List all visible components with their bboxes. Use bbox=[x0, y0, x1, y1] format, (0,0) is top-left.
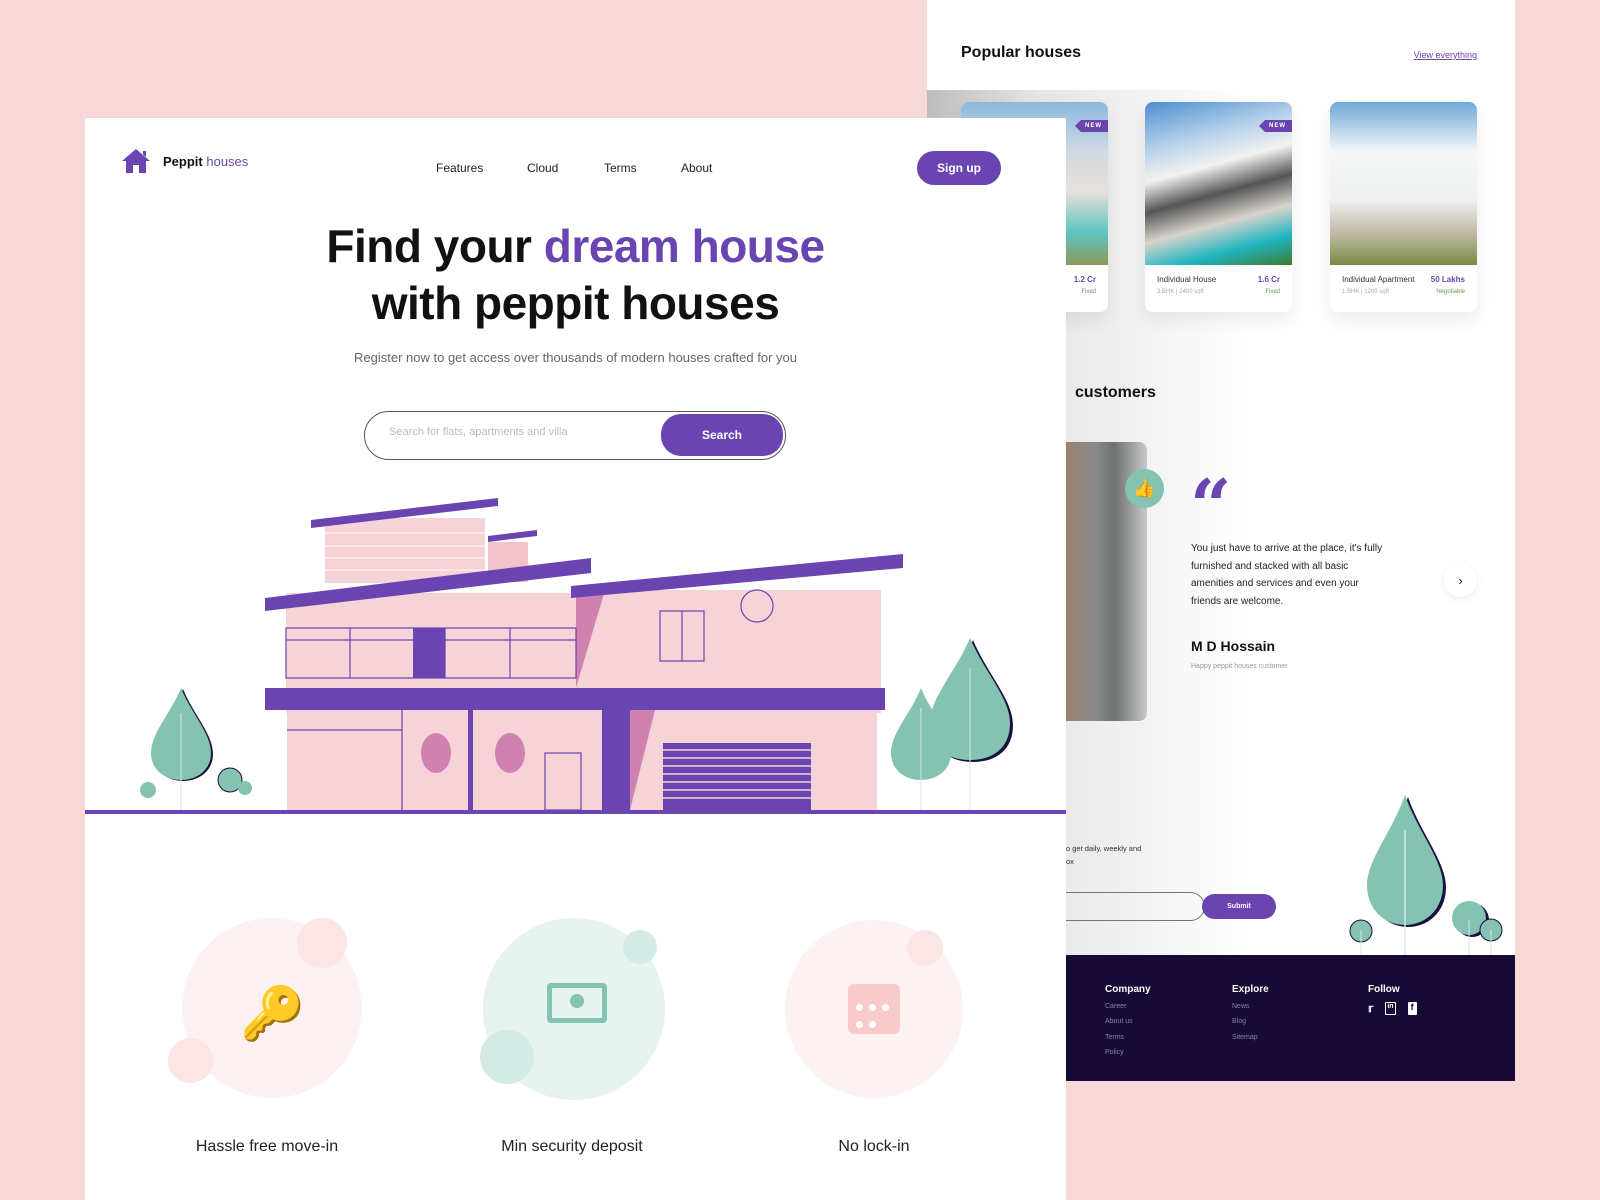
search-input[interactable] bbox=[389, 426, 649, 438]
hero-headline: Find your dream house with peppit houses bbox=[326, 220, 825, 329]
calendar-icon bbox=[848, 984, 900, 1034]
landing-page: Peppit houses Features Cloud Terms About… bbox=[85, 118, 1066, 1200]
newsletter-text: o get daily, weekly and ox bbox=[1066, 844, 1142, 866]
testimonial-quote: You just have to arrive at the place, it… bbox=[1191, 543, 1383, 607]
footer-link-news[interactable]: News bbox=[1232, 1003, 1250, 1010]
nav-features[interactable]: Features bbox=[436, 161, 483, 175]
price-type: Fixed bbox=[1265, 289, 1280, 295]
house-price: 50 Lakhs bbox=[1430, 275, 1465, 284]
price-type: Fixed bbox=[1081, 289, 1096, 295]
footer-link-terms[interactable]: Terms bbox=[1105, 1034, 1124, 1041]
house-name: Individual House bbox=[1157, 275, 1217, 284]
search-bar: Search bbox=[364, 411, 786, 460]
key-icon: 🔑 bbox=[240, 985, 305, 1043]
facebook-icon[interactable]: f bbox=[1407, 1002, 1417, 1015]
footer-link-career[interactable]: Career bbox=[1105, 1003, 1126, 1010]
money-icon bbox=[547, 983, 607, 1023]
house-illustration bbox=[85, 498, 1066, 814]
submit-button[interactable]: Submit bbox=[1202, 894, 1276, 919]
nav-about[interactable]: About bbox=[681, 161, 712, 175]
trees-illustration bbox=[1349, 795, 1503, 956]
feature-label: Hassle free move-in bbox=[195, 1138, 339, 1155]
next-testimonial-button[interactable]: › bbox=[1444, 564, 1477, 597]
brand-logo[interactable]: Peppit houses bbox=[121, 148, 248, 174]
feature-label: Min security deposit bbox=[501, 1138, 643, 1155]
footer-company-title: Company bbox=[1105, 984, 1151, 995]
house-price: 1.2 Cr bbox=[1073, 275, 1096, 284]
footer-link-about[interactable]: About us bbox=[1105, 1018, 1133, 1025]
popular-houses-title: Popular houses bbox=[961, 44, 1082, 61]
brand-name: Peppit bbox=[163, 153, 203, 169]
brand-name-accent: houses bbox=[206, 153, 249, 169]
new-badge: NEW bbox=[1259, 120, 1292, 132]
house-name: Individual Apartment bbox=[1342, 275, 1415, 284]
customer-role: Happy peppit houses customer bbox=[1191, 663, 1288, 670]
view-everything-link[interactable]: View everything bbox=[1414, 50, 1477, 60]
hero-subtitle: Register now to get access over thousand… bbox=[354, 350, 797, 365]
house-specs: 1 BHK | 1200 sqft bbox=[1342, 289, 1389, 295]
house-card[interactable]: NEW Individual House 1.6 Cr 3 BHK | 2400… bbox=[1145, 102, 1292, 312]
linkedin-icon[interactable]: in bbox=[1385, 1002, 1396, 1015]
house-card[interactable]: Individual Apartment 50 Lakhs 1 BHK | 12… bbox=[1330, 102, 1477, 312]
feature-label: No lock-in bbox=[838, 1138, 910, 1155]
new-badge: NEW bbox=[1075, 120, 1108, 132]
nav-cloud[interactable]: Cloud bbox=[527, 161, 558, 175]
quote-icon: “ bbox=[1190, 463, 1232, 548]
customer-name: M D Hossain bbox=[1191, 638, 1276, 654]
nav-terms[interactable]: Terms bbox=[604, 161, 637, 175]
search-button[interactable]: Search bbox=[661, 414, 783, 456]
twitter-icon[interactable]: 𝕣 bbox=[1368, 1002, 1373, 1015]
house-icon bbox=[122, 149, 150, 173]
footer-follow-title: Follow bbox=[1368, 984, 1400, 995]
house-specs: 3 BHK | 2400 sqft bbox=[1157, 289, 1204, 295]
footer-explore-title: Explore bbox=[1232, 984, 1269, 995]
house-price: 1.6 Cr bbox=[1257, 275, 1280, 284]
chevron-right-icon: › bbox=[1458, 573, 1463, 588]
testimonial-heading: customers bbox=[1075, 384, 1156, 401]
sign-up-button[interactable]: Sign up bbox=[917, 151, 1001, 185]
footer-link-blog[interactable]: Blog bbox=[1232, 1018, 1246, 1025]
footer-link-sitemap[interactable]: Sitemap bbox=[1232, 1034, 1258, 1041]
footer-link-policy[interactable]: Policy bbox=[1105, 1049, 1124, 1056]
thumbs-up-icon: 👍 bbox=[1125, 469, 1164, 508]
price-type: Negotiable bbox=[1436, 289, 1465, 295]
